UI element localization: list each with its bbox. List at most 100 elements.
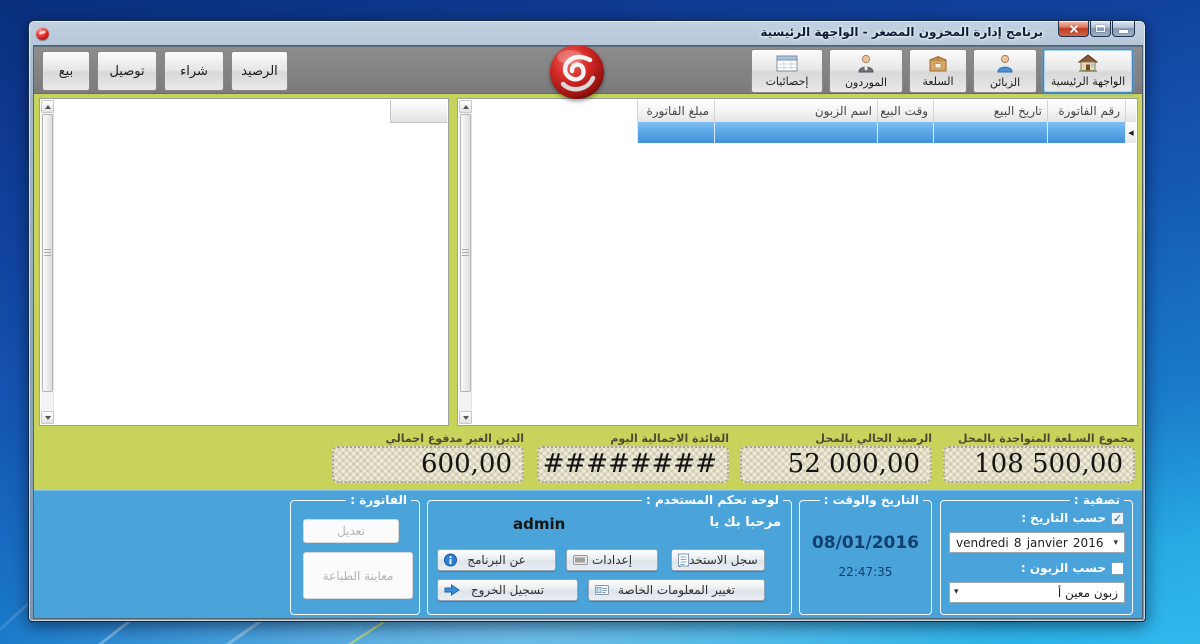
column-header-invoice-amount[interactable]: مبلغ الفاتورة	[637, 100, 714, 122]
statistics-button[interactable]: إحصائيات	[751, 49, 823, 93]
chevron-down-icon: ▾	[1113, 538, 1118, 548]
row-selector-icon: ◀	[1128, 129, 1133, 137]
scroll-down-button[interactable]	[459, 411, 472, 424]
app-window: برنامج إدارة المخزون المصغر - الواجهة ال…	[28, 20, 1146, 622]
by-customer-label: حسب الزبون :	[1021, 561, 1106, 575]
cell-customer-name[interactable]	[714, 122, 877, 143]
window-title: برنامج إدارة المخزون المصغر - الواجهة ال…	[760, 25, 1043, 39]
by-date-label: حسب التاريخ :	[1021, 511, 1106, 525]
date-year: 2016	[1073, 536, 1104, 550]
purchase-button[interactable]: شراء	[164, 51, 224, 91]
cell-sale-time[interactable]	[877, 122, 933, 143]
usage-log-button[interactable]: سجل الاستخدام	[671, 549, 765, 571]
date-weekday: vendredi	[956, 536, 1009, 550]
total-shop-balance: الرصيد الحالي بالمحل 52 000,00	[740, 433, 932, 483]
usage-log-icon	[678, 554, 689, 567]
customer-combo-value: زبون معين أ	[1058, 586, 1118, 600]
scrollbar-thumb[interactable]	[460, 114, 471, 392]
invoice-groupbox-title: الفاتورة :	[346, 493, 411, 507]
invoice-groupbox: الفاتورة : تعديل معاينة الطباعة	[290, 500, 420, 615]
total-value-box: ########	[537, 446, 729, 483]
column-header-customer-name[interactable]: اسم الزبون	[714, 100, 877, 122]
row-selector-marker: ◀	[1125, 122, 1136, 143]
scrollbar-grip	[462, 249, 469, 257]
check-icon: ✓	[1113, 513, 1122, 524]
edit-invoice-button[interactable]: تعديل	[303, 519, 399, 543]
close-button[interactable]	[1058, 21, 1089, 37]
date-day: 8	[1014, 536, 1022, 550]
change-personal-info-button[interactable]: تغيير المعلومات الخاصة	[588, 579, 765, 601]
suppliers-button[interactable]: الموردون	[829, 49, 903, 93]
column-header-sale-date[interactable]: تاريخ البيع	[933, 100, 1047, 122]
by-customer-checkbox[interactable]	[1111, 562, 1124, 575]
total-value: 52 000,00	[788, 449, 920, 479]
total-goods-value: مجموع السـلعة المتواجدة بالمحل 108 500,0…	[943, 433, 1135, 483]
user-control-groupbox: لوحة تحكم المستخدم : مرحبا بك يا admin س…	[427, 500, 792, 615]
home-label: الواجهة الرئيسية	[1051, 76, 1125, 88]
home-button-active[interactable]: الواجهة الرئيسية	[1043, 49, 1133, 93]
current-date: 08/01/2016	[800, 533, 931, 553]
balance-button[interactable]: الرصيد	[231, 51, 288, 91]
username-text: admin	[513, 515, 565, 533]
cell-invoice-number[interactable]	[1047, 122, 1125, 143]
scroll-down-button[interactable]	[41, 411, 54, 424]
total-label: مجموع السـلعة المتواجدة بالمحل	[943, 433, 1135, 446]
chevron-down-icon: ▾	[954, 587, 959, 597]
current-time: 22:47:35	[800, 565, 931, 579]
print-preview-button[interactable]: معاينة الطباعة	[303, 552, 413, 599]
filter-by-date-row[interactable]: ✓ حسب التاريخ :	[1021, 511, 1124, 525]
titlebar[interactable]: برنامج إدارة المخزون المصغر - الواجهة ال…	[29, 21, 1145, 45]
datetime-groupbox-title: التاريخ والوقت :	[820, 493, 923, 507]
date-month: janvier	[1027, 536, 1068, 550]
by-date-checkbox[interactable]: ✓	[1111, 512, 1124, 525]
left-panel-scrollbar[interactable]	[41, 100, 54, 424]
column-header-invoice-number[interactable]: رقم الفاتورة	[1047, 100, 1125, 122]
statistics-table-icon	[776, 55, 798, 75]
logout-button[interactable]: تسجيل الخروج	[437, 579, 578, 601]
minimize-button[interactable]	[1112, 21, 1135, 37]
user-groupbox-title: لوحة تحكم المستخدم :	[642, 493, 783, 507]
home-icon	[1078, 54, 1098, 75]
left-list-panel[interactable]	[39, 98, 449, 426]
logout-arrow-icon	[444, 584, 460, 596]
welcome-text: مرحبا بك يا	[710, 515, 782, 530]
filter-by-customer-row[interactable]: حسب الزبون :	[1021, 561, 1124, 575]
total-value: 108 500,00	[974, 449, 1123, 479]
goods-button[interactable]: السلعة	[909, 49, 967, 93]
grid-corner-header[interactable]	[390, 100, 447, 123]
settings-label: إعدادات	[592, 553, 632, 567]
about-program-button[interactable]: عن البرنامج	[437, 549, 556, 571]
total-label: الدين الغير مدفوع اجمالي	[332, 433, 524, 446]
cell-sale-date[interactable]	[933, 122, 1047, 143]
sales-table-header: مبلغ الفاتورة اسم الزبون وقت البيع تاريخ…	[637, 100, 1136, 122]
sell-button[interactable]: بيع	[42, 51, 90, 91]
toolbar-left-group: بيع توصيل شراء الرصيد	[42, 51, 288, 91]
package-icon	[928, 55, 948, 75]
maximize-icon	[1096, 25, 1105, 32]
column-header-sale-time[interactable]: وقت البيع	[877, 100, 933, 122]
total-value: 600,00	[421, 449, 512, 479]
selected-table-row[interactable]: ◀	[637, 122, 1136, 143]
sales-table-scrollbar[interactable]	[459, 100, 472, 424]
customers-label: الزبائن	[990, 77, 1020, 89]
minimize-icon	[1119, 30, 1128, 33]
delivery-button[interactable]: توصيل	[97, 51, 157, 91]
maximize-button[interactable]	[1090, 21, 1111, 37]
date-picker[interactable]: vendredi 8 janvier 2016 ▾	[949, 532, 1125, 553]
caption-buttons	[1057, 21, 1135, 37]
customers-button[interactable]: الزبائن	[973, 49, 1037, 93]
goods-label: السلعة	[922, 76, 953, 88]
filter-groupbox: تصفية : ✓ حسب التاريخ : vendredi 8 janvi…	[940, 500, 1133, 615]
cell-invoice-amount[interactable]	[637, 122, 714, 143]
total-profit-today: الفائدة الاجمالية اليوم ########	[537, 433, 729, 483]
sales-table[interactable]: مبلغ الفاتورة اسم الزبون وقت البيع تاريخ…	[457, 98, 1138, 426]
scroll-up-button[interactable]	[41, 100, 54, 113]
logout-label: تسجيل الخروج	[471, 583, 544, 597]
edit-personal-info-icon	[595, 585, 609, 595]
scrollbar-thumb[interactable]	[42, 114, 53, 392]
settings-button[interactable]: إعدادات	[566, 549, 658, 571]
scroll-up-button[interactable]	[459, 100, 472, 113]
about-program-label: عن البرنامج	[467, 553, 526, 567]
customer-combobox[interactable]: زبون معين أ ▾	[949, 582, 1125, 603]
triangle-up-icon	[45, 105, 51, 109]
